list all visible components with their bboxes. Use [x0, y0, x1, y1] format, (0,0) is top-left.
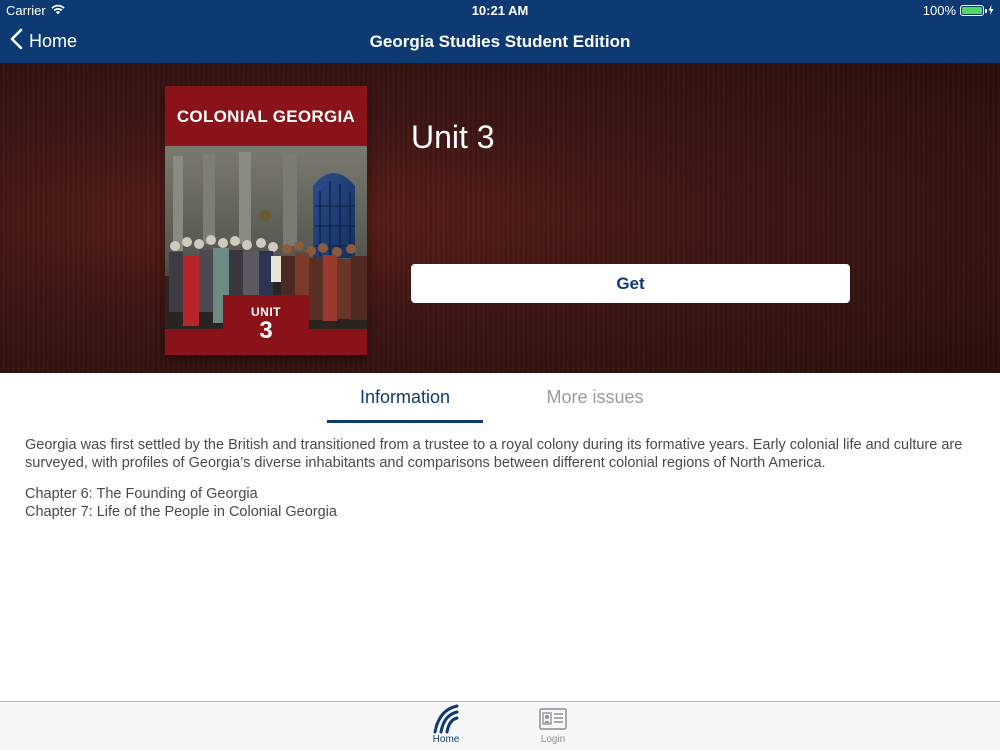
- battery-percent: 100%: [922, 3, 956, 18]
- cover-unit-word: UNIT: [251, 305, 281, 319]
- cover-unit-number: 3: [259, 317, 273, 344]
- page-title: Georgia Studies Student Edition: [369, 32, 631, 51]
- cover-unit-badge: UNIT 3: [223, 295, 309, 355]
- issue-cover: COLONIAL GEORGIA UNIT 3: [165, 86, 367, 355]
- chapter-item: Chapter 7: Life of the People in Colonia…: [25, 504, 337, 520]
- get-button[interactable]: Get: [411, 264, 850, 303]
- issue-description: Georgia was first settled by the British…: [25, 437, 963, 471]
- bottom-tab-bar: Home Login: [0, 701, 1000, 750]
- tab-selected-indicator: [327, 420, 483, 423]
- tab-more-issues-label: More issues: [546, 387, 644, 407]
- tab-bar-login-label: Login: [540, 734, 566, 745]
- home-logo-icon: [416, 704, 476, 734]
- status-right: 100%: [923, 3, 994, 18]
- navigation-bar: Home Georgia Studies Student Edition: [0, 20, 1000, 63]
- chapter-item: Chapter 6: The Founding of Georgia: [25, 486, 258, 502]
- issue-title: Unit 3: [411, 119, 495, 155]
- back-button-label: Home: [29, 31, 78, 51]
- issue-header: COLONIAL GEORGIA UNIT 3 Unit 3 Get: [0, 63, 1000, 373]
- status-bar: Carrier 10:21 AM 100%: [0, 0, 1000, 20]
- tab-more-issues[interactable]: More issues: [517, 387, 673, 423]
- cover-title: COLONIAL GEORGIA: [176, 107, 356, 126]
- id-card-icon: [523, 704, 583, 734]
- tab-bar-home[interactable]: Home: [416, 704, 476, 750]
- chevron-left-icon: [10, 28, 23, 55]
- tab-bar-home-label: Home: [432, 734, 460, 745]
- back-button[interactable]: Home: [10, 20, 77, 63]
- charging-icon: [988, 3, 994, 18]
- tab-information-label: Information: [359, 387, 451, 407]
- battery-fill: [962, 7, 982, 14]
- information-panel: Georgia was first settled by the British…: [25, 436, 980, 521]
- battery-tip: [985, 9, 987, 13]
- segment-tabs: Information More issues: [0, 373, 1000, 423]
- chapter-list: Chapter 6: The Founding of Georgia Chapt…: [25, 485, 980, 521]
- battery-icon: [960, 5, 987, 16]
- tab-bar-login[interactable]: Login: [523, 704, 583, 750]
- status-time: 10:21 AM: [471, 3, 529, 18]
- tab-information[interactable]: Information: [327, 387, 483, 423]
